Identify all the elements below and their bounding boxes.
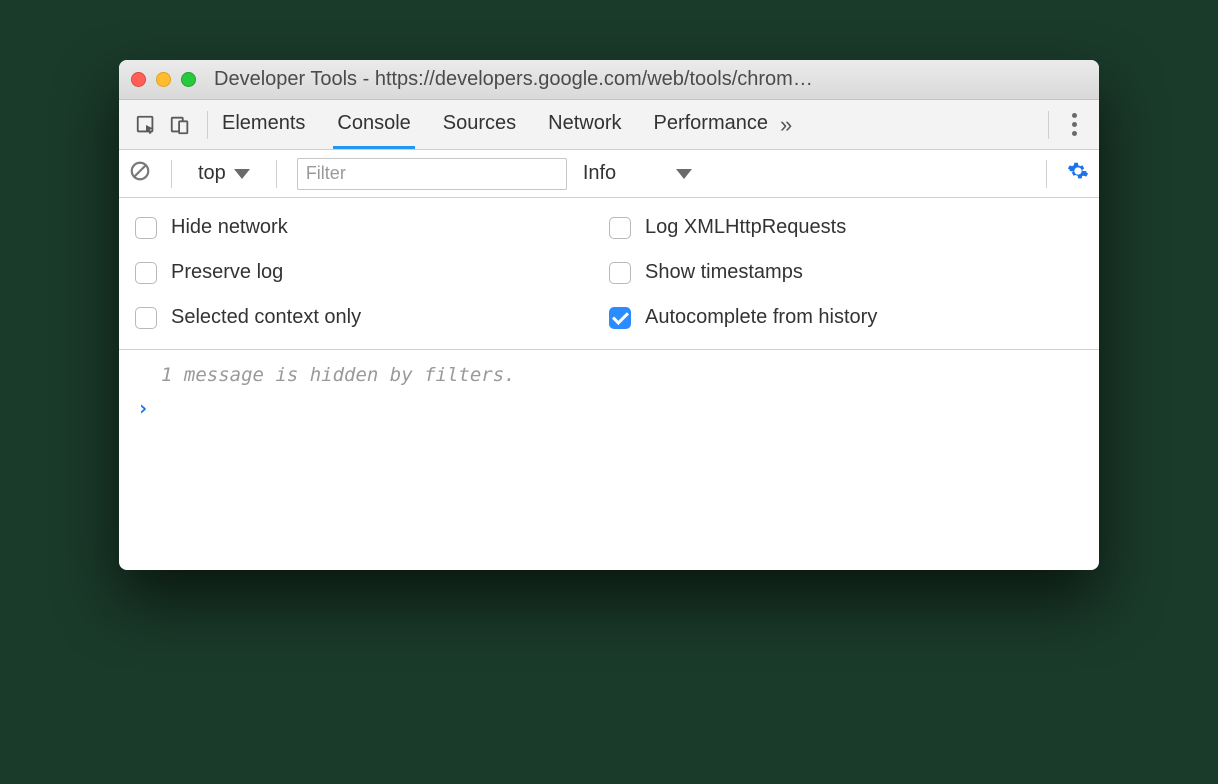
- minimize-window-button[interactable]: [156, 72, 171, 87]
- toggle-device-toolbar-icon[interactable]: [163, 108, 197, 142]
- tab-performance[interactable]: Performance: [650, 100, 773, 149]
- filter-input[interactable]: [297, 158, 567, 190]
- setting-label: Log XMLHttpRequests: [645, 216, 846, 239]
- tab-sources[interactable]: Sources: [439, 100, 520, 149]
- console-prompt[interactable]: ›: [137, 396, 1081, 420]
- context-selector[interactable]: top: [192, 162, 256, 185]
- setting-label: Autocomplete from history: [645, 306, 877, 329]
- console-output: 1 message is hidden by filters. ›: [119, 350, 1099, 570]
- setting-selected-context-only[interactable]: Selected context only: [135, 306, 609, 329]
- separator: [207, 111, 208, 139]
- setting-label: Show timestamps: [645, 261, 803, 284]
- setting-hide-network[interactable]: Hide network: [135, 216, 609, 239]
- log-level-label: Info: [583, 162, 616, 185]
- devtools-menu-button[interactable]: [1059, 113, 1089, 136]
- tab-console[interactable]: Console: [333, 100, 414, 149]
- console-settings-panel: Hide network Log XMLHttpRequests Preserv…: [119, 198, 1099, 350]
- console-toolbar: top Info: [119, 150, 1099, 198]
- devtools-tabbar: Elements Console Sources Network Perform…: [119, 100, 1099, 150]
- tab-network[interactable]: Network: [544, 100, 625, 149]
- context-label: top: [198, 162, 226, 185]
- separator: [171, 160, 172, 188]
- checkbox[interactable]: [609, 307, 631, 329]
- console-settings-icon[interactable]: [1067, 160, 1089, 187]
- setting-autocomplete-history[interactable]: Autocomplete from history: [609, 306, 1083, 329]
- clear-console-icon[interactable]: [129, 160, 151, 187]
- separator: [276, 160, 277, 188]
- log-level-selector[interactable]: Info: [577, 162, 698, 185]
- chevron-down-icon: [234, 169, 250, 179]
- tab-elements[interactable]: Elements: [218, 100, 309, 149]
- checkbox[interactable]: [609, 262, 631, 284]
- setting-label: Hide network: [171, 216, 288, 239]
- more-tabs-button[interactable]: »: [772, 112, 800, 138]
- titlebar: Developer Tools - https://developers.goo…: [119, 60, 1099, 100]
- hidden-messages-notice: 1 message is hidden by filters.: [137, 360, 1081, 396]
- chevron-down-icon: [676, 169, 692, 179]
- separator: [1048, 111, 1049, 139]
- checkbox[interactable]: [135, 262, 157, 284]
- close-window-button[interactable]: [131, 72, 146, 87]
- zoom-window-button[interactable]: [181, 72, 196, 87]
- checkbox[interactable]: [609, 217, 631, 239]
- checkbox[interactable]: [135, 307, 157, 329]
- panel-tabs: Elements Console Sources Network Perform…: [218, 100, 772, 149]
- setting-label: Selected context only: [171, 306, 361, 329]
- prompt-caret-icon: ›: [137, 396, 149, 420]
- setting-preserve-log[interactable]: Preserve log: [135, 261, 609, 284]
- setting-log-xhr[interactable]: Log XMLHttpRequests: [609, 216, 1083, 239]
- devtools-window: Developer Tools - https://developers.goo…: [119, 60, 1099, 570]
- setting-label: Preserve log: [171, 261, 283, 284]
- separator: [1046, 160, 1047, 188]
- setting-show-timestamps[interactable]: Show timestamps: [609, 261, 1083, 284]
- checkbox[interactable]: [135, 217, 157, 239]
- inspect-element-icon[interactable]: [129, 108, 163, 142]
- window-controls: [131, 72, 196, 87]
- window-title: Developer Tools - https://developers.goo…: [214, 68, 1087, 91]
